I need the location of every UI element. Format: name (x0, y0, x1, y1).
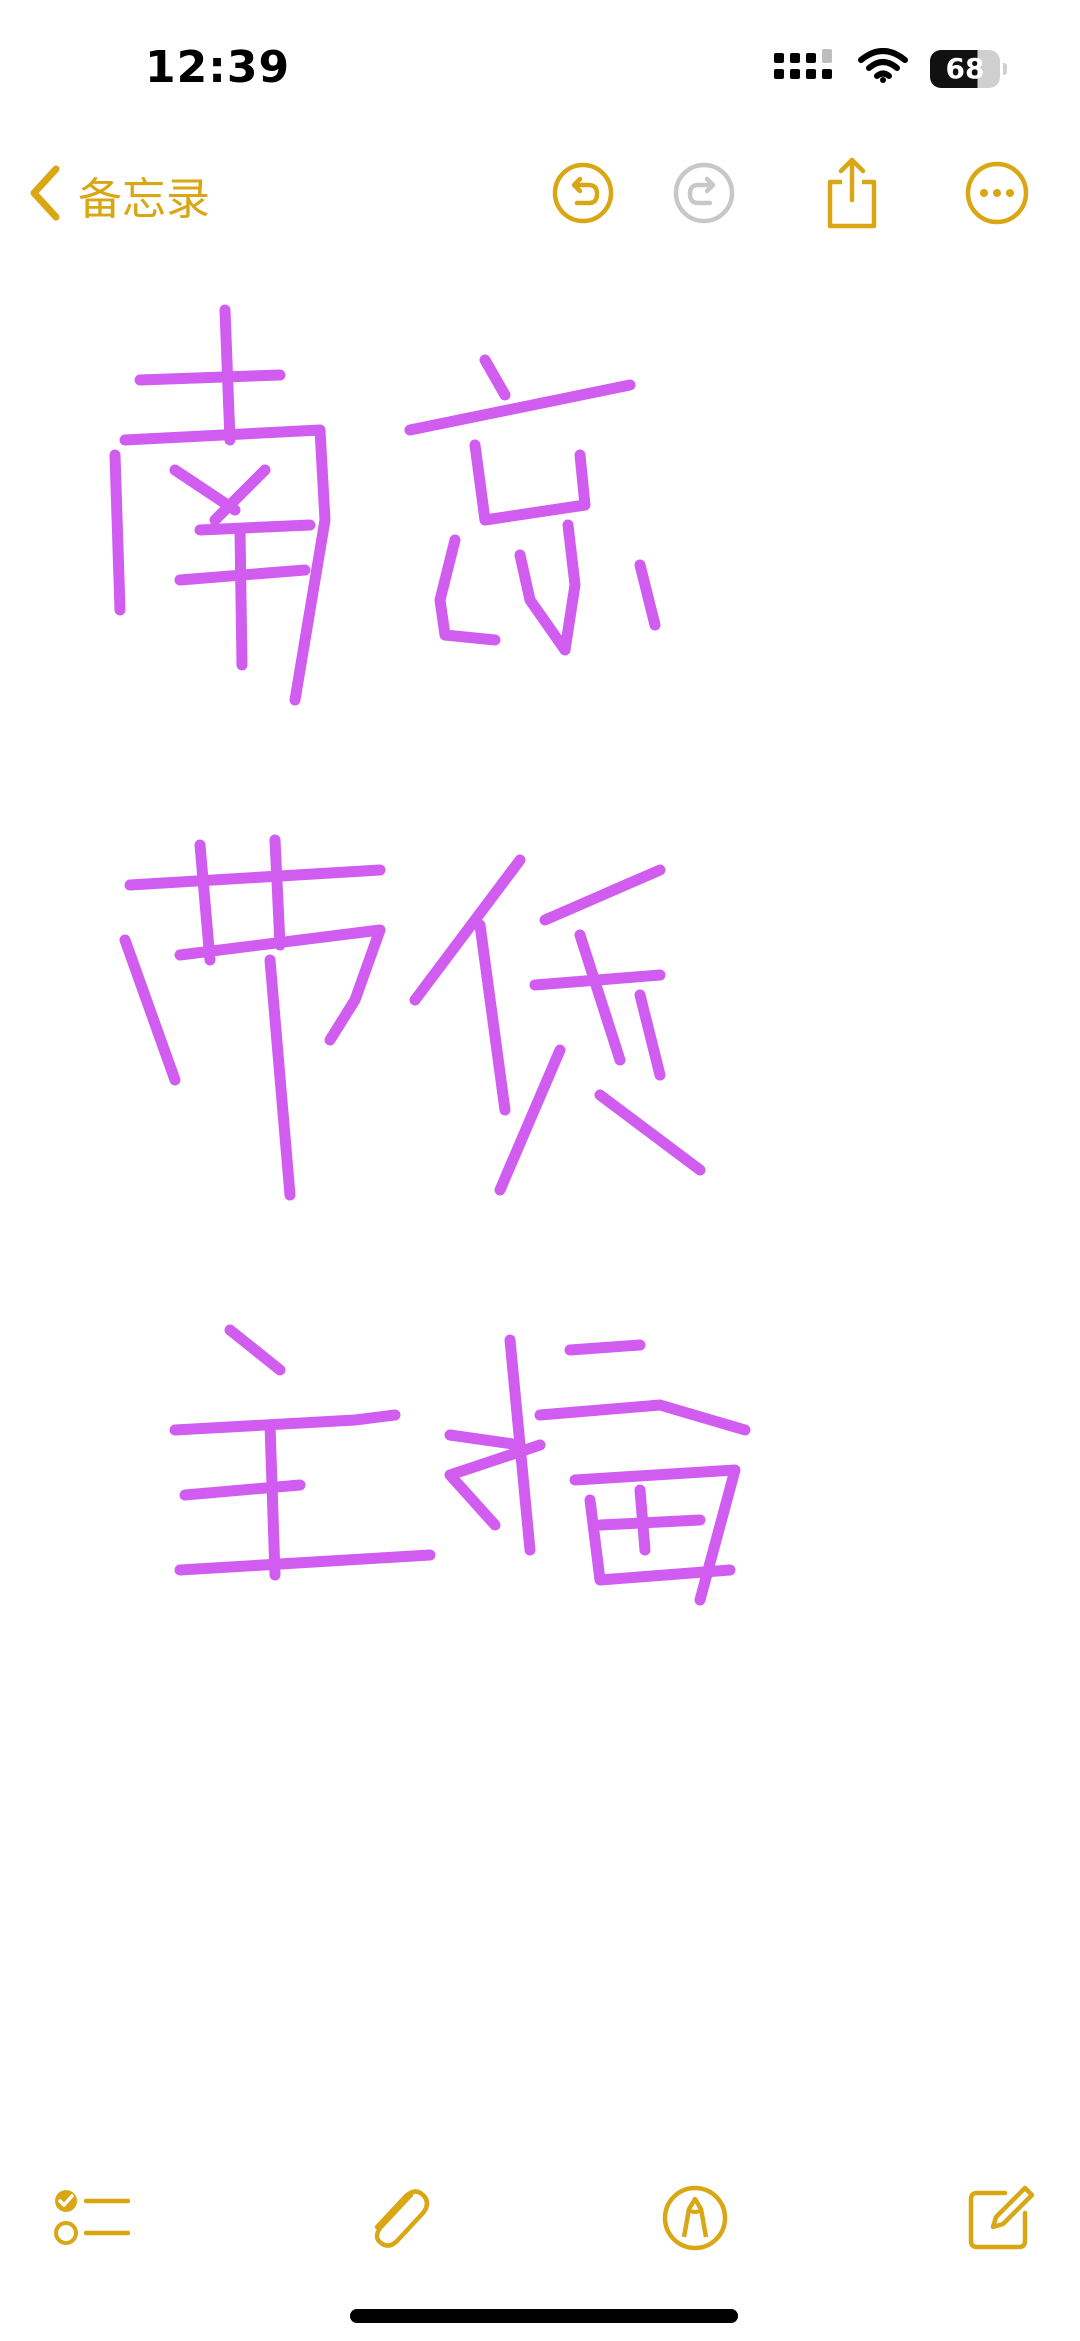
chevron-left-icon (28, 164, 62, 227)
cellular-signal-icon (772, 49, 836, 88)
share-icon (822, 156, 882, 235)
handwriting-huo (409, 854, 706, 1196)
battery-icon: 68 (930, 49, 1007, 88)
undo-button[interactable] (541, 153, 625, 237)
bottom-toolbar (0, 2160, 1080, 2280)
more-button[interactable] (955, 153, 1039, 237)
wifi-icon (858, 48, 908, 89)
handwriting-zhu (169, 1324, 436, 1581)
status-time: 12:39 (145, 42, 291, 93)
back-button[interactable]: 备忘录 (28, 157, 210, 233)
markup-button[interactable] (645, 2170, 745, 2270)
checklist-button[interactable] (42, 2170, 142, 2270)
back-label: 备忘录 (78, 174, 210, 225)
undo-icon (551, 161, 615, 230)
share-button[interactable] (810, 153, 894, 237)
handwriting-dai (119, 834, 386, 1201)
checklist-icon (52, 2183, 132, 2258)
paperclip-icon (363, 2181, 433, 2260)
home-indicator[interactable] (350, 2309, 738, 2323)
status-bar: 12:39 68 (0, 0, 1080, 130)
status-icons: 68 (772, 48, 1007, 89)
handwriting-nan (109, 304, 331, 706)
ellipsis-circle-icon (964, 160, 1030, 231)
attachment-button[interactable] (348, 2170, 448, 2270)
markup-pen-icon (660, 2183, 730, 2258)
redo-icon (672, 161, 736, 230)
compose-button[interactable] (950, 2170, 1050, 2270)
handwriting-bo (444, 1334, 751, 1606)
handwriting-jing (404, 354, 661, 656)
nav-bar: 备忘录 (0, 130, 1080, 260)
compose-icon (965, 2183, 1035, 2258)
redo-button[interactable] (662, 153, 746, 237)
note-drawing-canvas[interactable] (0, 280, 1080, 2150)
battery-level: 68 (945, 51, 985, 85)
